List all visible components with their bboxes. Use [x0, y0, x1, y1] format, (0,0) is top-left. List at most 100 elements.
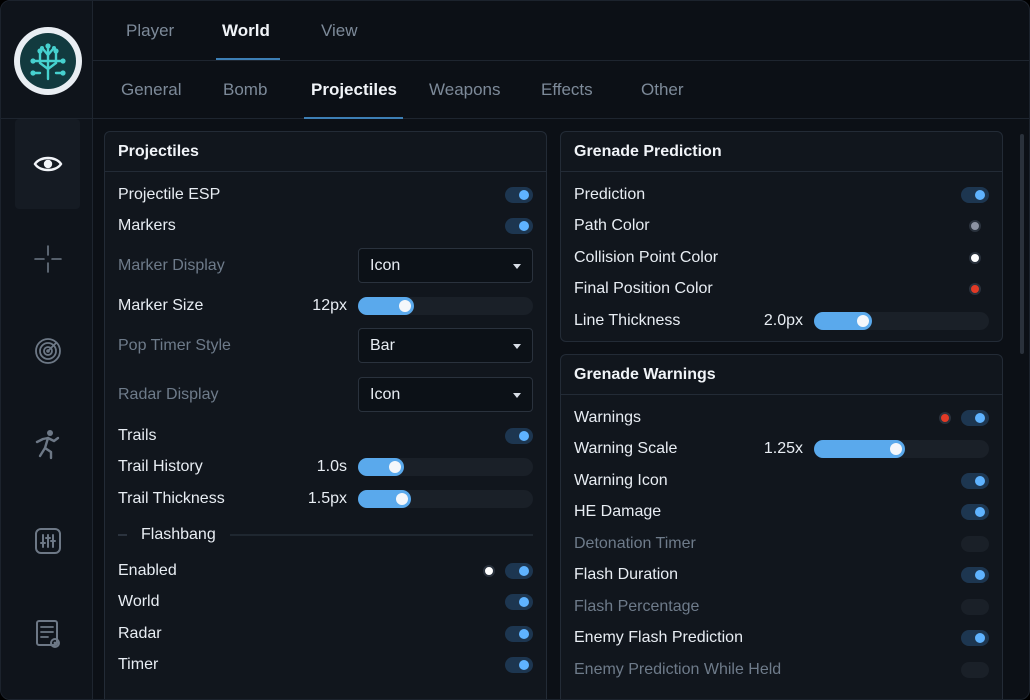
setting-radar-display: Radar Display Icon	[118, 377, 533, 412]
slider-value: 2.0px	[763, 312, 803, 329]
active-subtab-indicator	[304, 117, 403, 119]
line-thickness-slider[interactable]	[814, 312, 989, 330]
crosshair-icon	[33, 245, 62, 273]
setting-trail-history: Trail History 1.0s	[118, 455, 533, 479]
setting-label: Line Thickness	[574, 312, 681, 329]
setting-label: Warning Scale	[574, 440, 678, 457]
chevron-down-icon	[513, 264, 521, 269]
trails-toggle[interactable]	[505, 428, 533, 444]
top-nav: Player World View	[93, 1, 1029, 61]
detonation-timer-toggle[interactable]	[961, 536, 989, 552]
sidebar-item-configs[interactable]	[15, 589, 80, 679]
setting-label: HE Damage	[574, 503, 662, 520]
setting-label: Flash Duration	[574, 566, 679, 583]
sidebar-item-radar[interactable]	[15, 306, 80, 396]
setting-prediction: Prediction	[574, 183, 989, 207]
section-title: Flashbang	[141, 526, 216, 543]
flashbang-enabled-toggle[interactable]	[505, 563, 533, 579]
path-color-swatch[interactable]	[969, 220, 981, 232]
radar-icon	[34, 338, 61, 364]
sliders-icon	[34, 528, 61, 554]
setting-detonation-timer: Detonation Timer	[574, 532, 989, 556]
warning-icon-toggle[interactable]	[961, 473, 989, 489]
setting-label: Enemy Flash Prediction	[574, 629, 743, 646]
enemy-flash-prediction-toggle[interactable]	[961, 630, 989, 646]
setting-label: Trail Thickness	[118, 490, 225, 507]
projectiles-panel: Projectiles Projectile ESP Markers Marke…	[104, 131, 547, 699]
setting-label: Radar Display	[118, 386, 219, 403]
setting-label: Enemy Prediction While Held	[574, 661, 782, 678]
setting-label: Warning Icon	[574, 472, 668, 489]
panel-title: Grenade Prediction	[561, 132, 1002, 172]
scrollbar[interactable]	[1020, 134, 1024, 354]
warnings-toggle[interactable]	[961, 410, 989, 426]
setting-enemy-prediction-while-held: Enemy Prediction While Held	[574, 658, 989, 682]
sidebar-item-aimbot[interactable]	[15, 214, 80, 304]
he-damage-toggle[interactable]	[961, 504, 989, 520]
sidebar-item-visuals[interactable]	[15, 119, 80, 209]
marker-display-dropdown[interactable]: Icon	[358, 248, 533, 283]
setting-collision-point-color: Collision Point Color	[574, 246, 989, 270]
projectile-esp-toggle[interactable]	[505, 187, 533, 203]
warning-scale-slider[interactable]	[814, 440, 989, 458]
setting-label: Radar	[118, 625, 162, 642]
tab-player[interactable]: Player	[126, 21, 174, 41]
subtab-effects[interactable]: Effects	[541, 80, 593, 100]
grenade-prediction-panel: Grenade Prediction Prediction Path Color…	[560, 131, 1003, 342]
setting-trail-thickness: Trail Thickness 1.5px	[118, 487, 533, 511]
dropdown-value: Icon	[370, 386, 401, 403]
slider-value: 1.5px	[307, 490, 347, 507]
subtab-weapons[interactable]: Weapons	[429, 80, 501, 100]
radar-display-dropdown[interactable]: Icon	[358, 377, 533, 412]
setting-flashbang-timer: Timer	[118, 653, 533, 677]
flashbang-timer-toggle[interactable]	[505, 657, 533, 673]
pop-timer-style-dropdown[interactable]: Bar	[358, 328, 533, 363]
setting-marker-display: Marker Display Icon	[118, 248, 533, 283]
slider-value: 1.0s	[316, 458, 347, 475]
setting-label: Detonation Timer	[574, 535, 696, 552]
final-position-color-swatch[interactable]	[969, 283, 981, 295]
chevron-down-icon	[513, 344, 521, 349]
subtab-bomb[interactable]: Bomb	[223, 80, 267, 100]
setting-flash-percentage: Flash Percentage	[574, 595, 989, 619]
setting-label: Markers	[118, 217, 176, 234]
subtab-other[interactable]: Other	[641, 80, 684, 100]
setting-label: Collision Point Color	[574, 249, 719, 266]
trail-thickness-slider[interactable]	[358, 490, 533, 508]
sidebar-item-settings[interactable]	[15, 496, 80, 586]
setting-label: Pop Timer Style	[118, 337, 231, 354]
flash-percentage-toggle[interactable]	[961, 599, 989, 615]
active-tab-indicator	[216, 58, 280, 60]
setting-he-damage: HE Damage	[574, 500, 989, 524]
setting-label: Projectile ESP	[118, 186, 221, 203]
collision-point-color-swatch[interactable]	[969, 252, 981, 264]
marker-size-slider[interactable]	[358, 297, 533, 315]
setting-final-position-color: Final Position Color	[574, 277, 989, 301]
chevron-down-icon	[513, 393, 521, 398]
flashbang-color-swatch[interactable]	[483, 565, 495, 577]
enemy-prediction-while-held-toggle[interactable]	[961, 662, 989, 678]
setting-label: Timer	[118, 656, 159, 673]
tab-world[interactable]: World	[222, 21, 270, 41]
panel-title: Projectiles	[105, 132, 546, 172]
trail-history-slider[interactable]	[358, 458, 533, 476]
setting-label: Prediction	[574, 186, 646, 203]
setting-label: Warnings	[574, 409, 641, 426]
prediction-toggle[interactable]	[961, 187, 989, 203]
setting-warning-scale: Warning Scale 1.25x	[574, 437, 989, 461]
subtab-general[interactable]: General	[121, 80, 181, 100]
warnings-color-swatch[interactable]	[939, 412, 951, 424]
dropdown-value: Bar	[370, 337, 395, 354]
setting-enemy-flash-prediction: Enemy Flash Prediction	[574, 626, 989, 650]
running-figure-icon	[35, 430, 59, 460]
flashbang-world-toggle[interactable]	[505, 594, 533, 610]
setting-label: Marker Display	[118, 257, 225, 274]
flash-duration-toggle[interactable]	[961, 567, 989, 583]
sidebar-item-movement[interactable]	[15, 399, 80, 489]
flashbang-radar-toggle[interactable]	[505, 626, 533, 642]
tab-view[interactable]: View	[321, 21, 358, 41]
sub-nav: General Bomb Projectiles Weapons Effects…	[93, 61, 1029, 119]
markers-toggle[interactable]	[505, 218, 533, 234]
subtab-projectiles[interactable]: Projectiles	[311, 80, 397, 100]
setting-flashbang-radar: Radar	[118, 622, 533, 646]
